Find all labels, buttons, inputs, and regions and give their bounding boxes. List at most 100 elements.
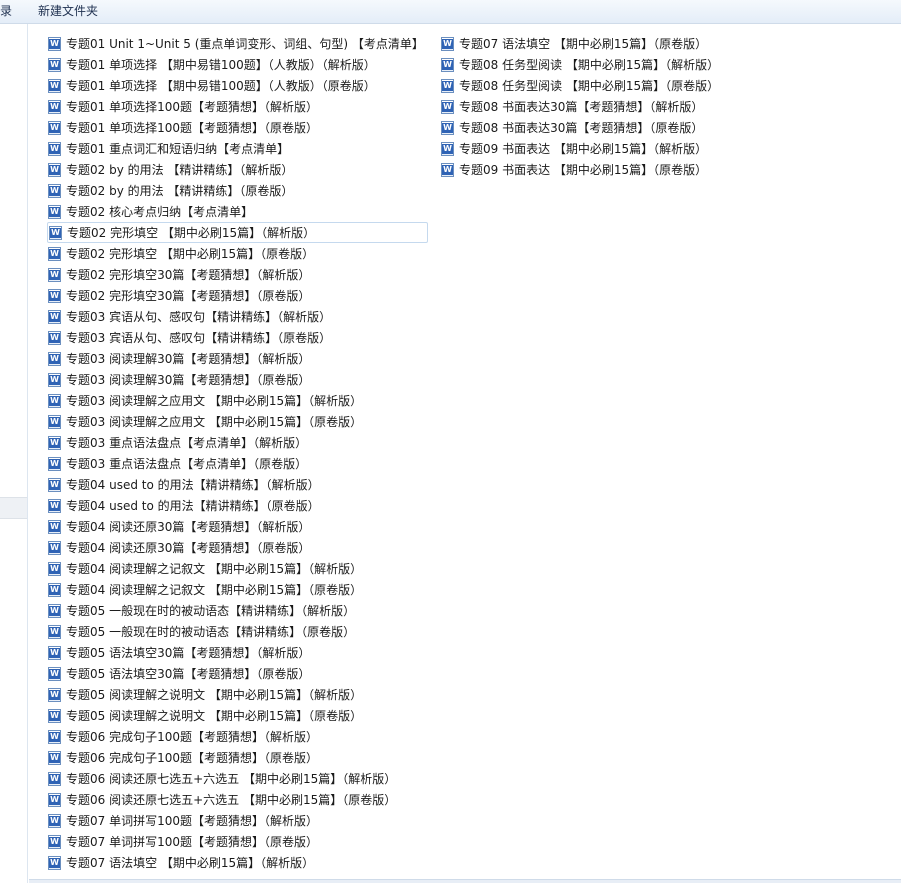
file-item[interactable]: 专题01 重点词汇和短语归纳【考点清单】: [47, 138, 428, 159]
file-name: 专题07 语法填空 【期中必刷15篇】（解析版）: [66, 855, 315, 870]
file-item[interactable]: 专题01 单项选择 【期中易错100题】（人教版）（解析版）: [47, 54, 428, 75]
file-item[interactable]: 专题03 宾语从句、感叹句【精讲精练】（解析版）: [47, 306, 428, 327]
file-name: 专题04 阅读还原30篇【考题猜想】（解析版）: [66, 519, 311, 534]
file-name: 专题04 阅读还原30篇【考题猜想】（原卷版）: [66, 540, 311, 555]
file-item[interactable]: 专题01 单项选择100题【考题猜想】（原卷版）: [47, 117, 428, 138]
word-document-icon: [48, 813, 61, 828]
file-item[interactable]: 专题03 宾语从句、感叹句【精讲精练】（原卷版）: [47, 327, 428, 348]
file-item[interactable]: 专题03 重点语法盘点【考点清单】（解析版）: [47, 432, 428, 453]
word-document-icon: [48, 141, 61, 156]
file-item[interactable]: 专题01 Unit 1~Unit 5 (重点单词变形、词组、句型) 【考点清单】: [47, 33, 428, 54]
file-name: 专题07 语法填空 【期中必刷15篇】（原卷版）: [459, 36, 708, 51]
status-bar-edge: [29, 879, 901, 883]
file-item[interactable]: 专题05 语法填空30篇【考题猜想】（原卷版）: [47, 663, 428, 684]
file-name: 专题01 重点词汇和短语归纳【考点清单】: [66, 141, 290, 156]
navigation-pane[interactable]: [0, 24, 28, 883]
word-document-icon: [48, 645, 61, 660]
file-name: 专题05 一般现在时的被动语态【精讲精练】（原卷版）: [66, 624, 356, 639]
file-item[interactable]: 专题02 by 的用法 【精讲精练】（解析版）: [47, 159, 428, 180]
word-document-icon: [441, 57, 454, 72]
word-document-icon: [48, 666, 61, 681]
new-folder-button[interactable]: 新建文件夹: [38, 3, 98, 19]
toolbar-left-label[interactable]: 录: [0, 3, 12, 19]
file-name: 专题03 宾语从句、感叹句【精讲精练】（解析版）: [66, 309, 332, 324]
file-name: 专题04 used to 的用法【精讲精练】（原卷版）: [66, 498, 320, 513]
file-name: 专题05 一般现在时的被动语态【精讲精练】（解析版）: [66, 603, 356, 618]
file-name: 专题05 语法填空30篇【考题猜想】（原卷版）: [66, 666, 311, 681]
file-item[interactable]: 专题05 一般现在时的被动语态【精讲精练】（原卷版）: [47, 621, 428, 642]
file-item[interactable]: 专题09 书面表达 【期中必刷15篇】（解析版）: [440, 138, 723, 159]
file-name: 专题02 完形填空 【期中必刷15篇】（解析版）: [67, 225, 316, 240]
file-item[interactable]: 专题04 used to 的用法【精讲精练】（解析版）: [47, 474, 428, 495]
file-name: 专题03 宾语从句、感叹句【精讲精练】（原卷版）: [66, 330, 332, 345]
word-document-icon: [49, 225, 62, 240]
file-item[interactable]: 专题07 语法填空 【期中必刷15篇】（原卷版）: [440, 33, 723, 54]
file-name: 专题03 阅读理解之应用文 【期中必刷15篇】（解析版）: [66, 393, 363, 408]
file-name: 专题08 书面表达30篇【考题猜想】（原卷版）: [459, 120, 704, 135]
word-document-icon: [48, 498, 61, 513]
file-item[interactable]: 专题03 阅读理解30篇【考题猜想】（解析版）: [47, 348, 428, 369]
file-item[interactable]: 专题08 书面表达30篇【考题猜想】（解析版）: [440, 96, 723, 117]
file-name: 专题08 任务型阅读 【期中必刷15篇】（原卷版）: [459, 78, 720, 93]
file-item[interactable]: 专题02 完形填空30篇【考题猜想】（原卷版）: [47, 285, 428, 306]
word-document-icon: [48, 519, 61, 534]
file-name: 专题01 单项选择 【期中易错100题】（人教版）（原卷版）: [66, 78, 376, 93]
word-document-icon: [48, 540, 61, 555]
word-document-icon: [441, 78, 454, 93]
file-name: 专题02 by 的用法 【精讲精练】（解析版）: [66, 162, 294, 177]
file-item[interactable]: 专题05 阅读理解之说明文 【期中必刷15篇】（解析版）: [47, 684, 428, 705]
file-item[interactable]: 专题08 任务型阅读 【期中必刷15篇】（原卷版）: [440, 75, 723, 96]
file-item[interactable]: 专题02 完形填空 【期中必刷15篇】（原卷版）: [47, 243, 428, 264]
file-name: 专题04 used to 的用法【精讲精练】（解析版）: [66, 477, 320, 492]
file-name: 专题02 完形填空30篇【考题猜想】（解析版）: [66, 267, 311, 282]
file-item[interactable]: 专题02 完形填空 【期中必刷15篇】（解析版）: [47, 222, 428, 243]
file-item[interactable]: 专题02 by 的用法 【精讲精练】（原卷版）: [47, 180, 428, 201]
file-item[interactable]: 专题08 书面表达30篇【考题猜想】（原卷版）: [440, 117, 723, 138]
file-item[interactable]: 专题07 语法填空 【期中必刷15篇】（解析版）: [47, 852, 428, 873]
file-item[interactable]: 专题03 重点语法盘点【考点清单】（原卷版）: [47, 453, 428, 474]
file-item[interactable]: 专题06 阅读还原七选五+六选五 【期中必刷15篇】（解析版）: [47, 768, 428, 789]
word-document-icon: [441, 141, 454, 156]
file-item[interactable]: 专题06 完成句子100题【考题猜想】（原卷版）: [47, 747, 428, 768]
file-item[interactable]: 专题04 阅读还原30篇【考题猜想】（解析版）: [47, 516, 428, 537]
word-document-icon: [48, 36, 61, 51]
word-document-icon: [48, 330, 61, 345]
file-item[interactable]: 专题02 完形填空30篇【考题猜想】（解析版）: [47, 264, 428, 285]
file-item[interactable]: 专题04 used to 的用法【精讲精练】（原卷版）: [47, 495, 428, 516]
word-document-icon: [48, 792, 61, 807]
nav-selected-item[interactable]: [0, 497, 27, 519]
file-item[interactable]: 专题09 书面表达 【期中必刷15篇】（原卷版）: [440, 159, 723, 180]
file-item[interactable]: 专题07 单词拼写100题【考题猜想】（原卷版）: [47, 831, 428, 852]
file-item[interactable]: 专题06 阅读还原七选五+六选五 【期中必刷15篇】（原卷版）: [47, 789, 428, 810]
word-document-icon: [48, 288, 61, 303]
file-item[interactable]: 专题03 阅读理解之应用文 【期中必刷15篇】（原卷版）: [47, 411, 428, 432]
file-item[interactable]: 专题01 单项选择100题【考题猜想】（解析版）: [47, 96, 428, 117]
file-item[interactable]: 专题03 阅读理解之应用文 【期中必刷15篇】（解析版）: [47, 390, 428, 411]
file-item[interactable]: 专题05 语法填空30篇【考题猜想】（解析版）: [47, 642, 428, 663]
file-item[interactable]: 专题08 任务型阅读 【期中必刷15篇】（解析版）: [440, 54, 723, 75]
file-item[interactable]: 专题05 一般现在时的被动语态【精讲精练】（解析版）: [47, 600, 428, 621]
file-name: 专题04 阅读理解之记叙文 【期中必刷15篇】（解析版）: [66, 561, 363, 576]
file-item[interactable]: 专题02 核心考点归纳【考点清单】: [47, 201, 428, 222]
file-item[interactable]: 专题06 完成句子100题【考题猜想】（解析版）: [47, 726, 428, 747]
file-item[interactable]: 专题03 阅读理解30篇【考题猜想】（原卷版）: [47, 369, 428, 390]
file-name: 专题05 阅读理解之说明文 【期中必刷15篇】（原卷版）: [66, 708, 363, 723]
file-name: 专题02 完形填空 【期中必刷15篇】（原卷版）: [66, 246, 315, 261]
word-document-icon: [48, 582, 61, 597]
word-document-icon: [48, 183, 61, 198]
file-item[interactable]: 专题04 阅读理解之记叙文 【期中必刷15篇】（解析版）: [47, 558, 428, 579]
file-item[interactable]: 专题01 单项选择 【期中易错100题】（人教版）（原卷版）: [47, 75, 428, 96]
word-document-icon: [441, 162, 454, 177]
file-name: 专题08 任务型阅读 【期中必刷15篇】（解析版）: [459, 57, 720, 72]
file-list-view[interactable]: 专题01 Unit 1~Unit 5 (重点单词变形、词组、句型) 【考点清单】…: [29, 24, 901, 879]
word-document-icon: [48, 624, 61, 639]
file-item[interactable]: 专题05 阅读理解之说明文 【期中必刷15篇】（原卷版）: [47, 705, 428, 726]
file-item[interactable]: 专题04 阅读理解之记叙文 【期中必刷15篇】（原卷版）: [47, 579, 428, 600]
file-column-1: 专题01 Unit 1~Unit 5 (重点单词变形、词组、句型) 【考点清单】…: [47, 33, 428, 873]
file-item[interactable]: 专题04 阅读还原30篇【考题猜想】（原卷版）: [47, 537, 428, 558]
file-name: 专题08 书面表达30篇【考题猜想】（解析版）: [459, 99, 704, 114]
word-document-icon: [48, 309, 61, 324]
file-item[interactable]: 专题07 单词拼写100题【考题猜想】（解析版）: [47, 810, 428, 831]
word-document-icon: [48, 372, 61, 387]
file-name: 专题02 by 的用法 【精讲精练】（原卷版）: [66, 183, 294, 198]
